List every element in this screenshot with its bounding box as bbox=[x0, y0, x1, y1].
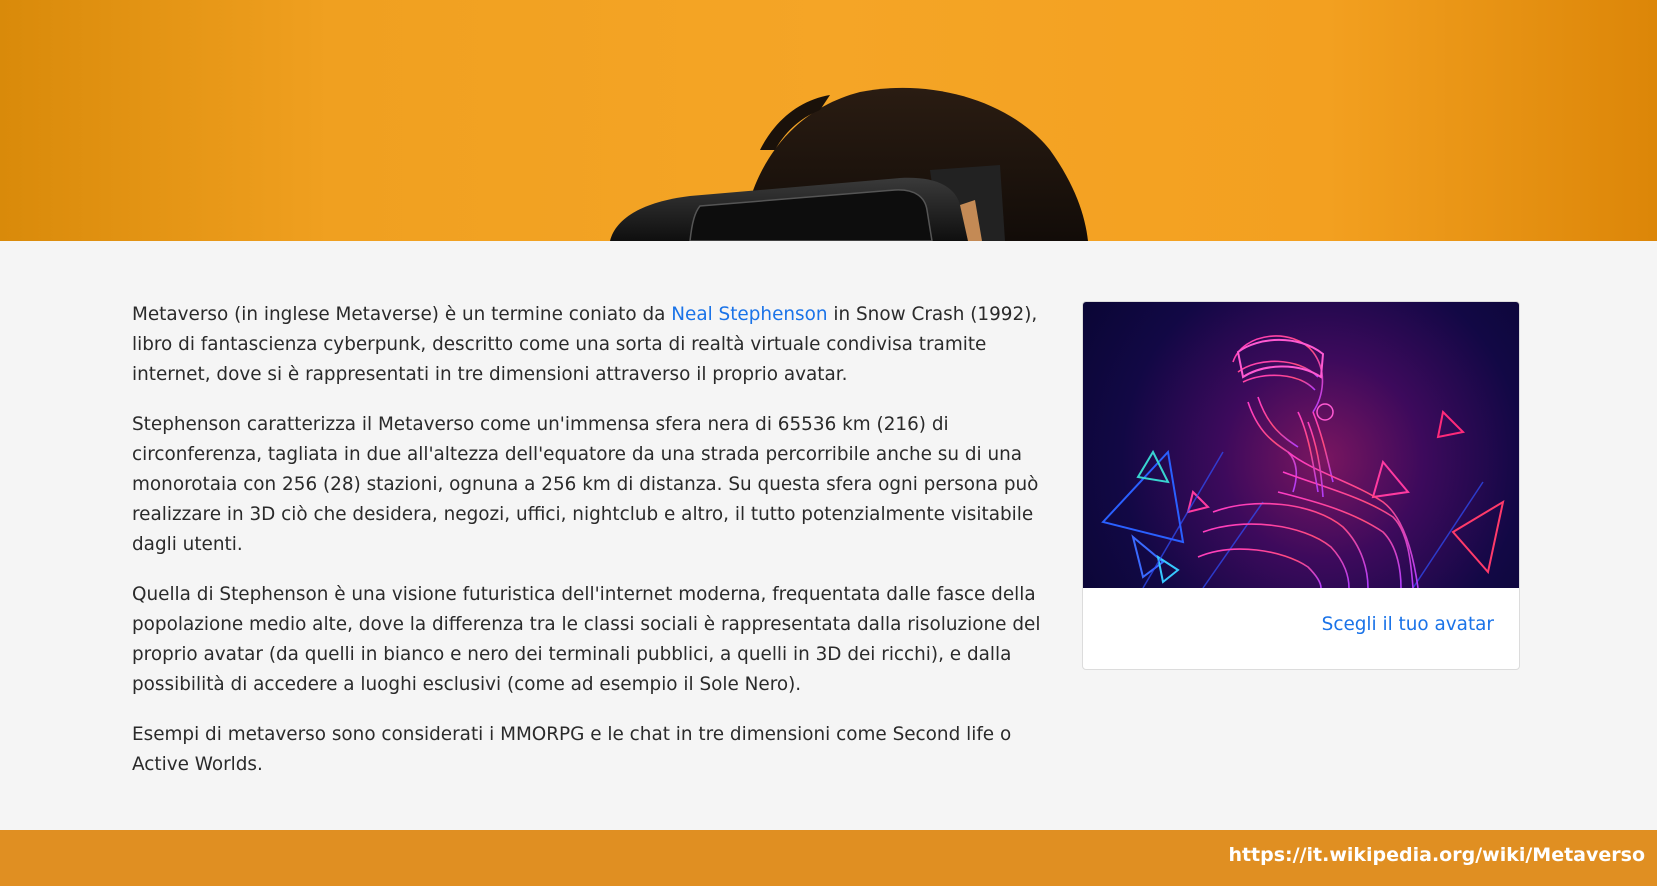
paragraph-3: Quella di Stephenson è una visione futur… bbox=[132, 584, 1041, 695]
paragraph-2: Stephenson caratterizza il Metaverso com… bbox=[132, 414, 1039, 555]
paragraph-1: Metaverso (in inglese Metaverse) è un te… bbox=[132, 300, 1044, 390]
vr-headset-person-image bbox=[610, 87, 1088, 241]
avatar-card: Scegli il tuo avatar bbox=[1082, 301, 1520, 670]
neon-vr-person-illustration bbox=[1101, 335, 1505, 589]
hero-banner bbox=[0, 0, 1657, 241]
neal-stephenson-link[interactable]: Neal Stephenson bbox=[671, 304, 827, 325]
paragraph-1-text-start: Metaverso (in inglese Metaverse) è un te… bbox=[132, 304, 672, 325]
avatar-card-image bbox=[1083, 302, 1519, 589]
paragraph-4: Esempi di metaverso sono considerati i M… bbox=[132, 724, 1012, 775]
article-body: Metaverso (in inglese Metaverse) è un te… bbox=[132, 300, 1044, 800]
choose-avatar-link[interactable]: Scegli il tuo avatar bbox=[1322, 614, 1494, 635]
footer-bar: https://it.wikipedia.org/wiki/Metaverso bbox=[0, 830, 1657, 886]
source-url-link[interactable]: https://it.wikipedia.org/wiki/Metaverso bbox=[1228, 844, 1645, 866]
